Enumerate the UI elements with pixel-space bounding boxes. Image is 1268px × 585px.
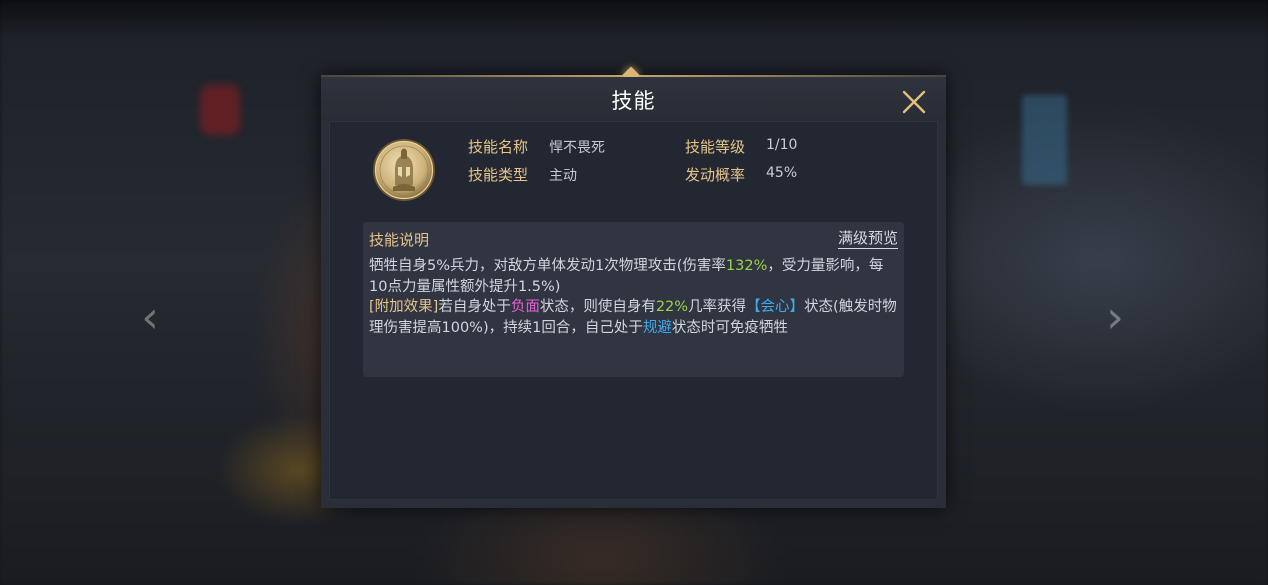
bonus-effect-tag: [附加效果] xyxy=(369,299,439,315)
skill-dialog: 技能 技能名称 悍不畏死 技能类型 主动 技能等级 1/10 发动概率 45% … xyxy=(321,66,946,508)
close-button[interactable] xyxy=(899,87,929,117)
description-title: 技能说明 xyxy=(369,231,430,249)
close-icon xyxy=(902,90,926,114)
background-side-tab xyxy=(1022,95,1067,185)
evade-state-keyword: 规避 xyxy=(642,319,672,336)
bonus-text-3: 几率获得 xyxy=(688,299,747,315)
top-bar-blurred xyxy=(0,0,1268,40)
bonus-text-1: 若自身处于 xyxy=(438,299,511,315)
skill-type-value: 主动 xyxy=(549,168,577,184)
spartan-helmet-icon xyxy=(373,139,435,201)
bonus-chance-value: 22% xyxy=(655,299,689,315)
dialog-title: 技能 xyxy=(611,89,656,113)
trigger-chance-value: 45% xyxy=(766,165,798,181)
bonus-text-2: 状态，则使自身有 xyxy=(539,299,656,315)
skill-type-label: 技能类型 xyxy=(468,166,529,184)
trigger-chance-label: 发动概率 xyxy=(685,166,746,184)
skill-level-value: 1/10 xyxy=(766,137,798,153)
skill-level-label: 技能等级 xyxy=(685,138,746,156)
description-text: 牺牲自身5%兵力，对敌方单体发动1次物理攻击(伤害率132%，受力量影响，每10… xyxy=(369,256,899,338)
prev-arrow-icon: ‹ xyxy=(141,292,159,343)
desc-main-text: 牺牲自身5%兵力，对敌方单体发动1次物理攻击(伤害率 xyxy=(369,258,726,274)
background-banner-shape xyxy=(200,85,240,135)
bonus-text-5: 状态时可免疫牺牲 xyxy=(671,319,788,336)
crit-state-keyword: 【会心】 xyxy=(746,299,805,315)
skill-description-box: 技能说明 满级预览 牺牲自身5%兵力，对敌方单体发动1次物理攻击(伤害率132%… xyxy=(363,222,904,377)
skill-name-value: 悍不畏死 xyxy=(549,140,605,156)
skill-icon xyxy=(371,137,437,203)
next-arrow-icon: › xyxy=(1106,292,1124,343)
negative-state-keyword: 负面 xyxy=(510,299,540,315)
damage-rate-value: 132% xyxy=(725,258,768,274)
skill-name-label: 技能名称 xyxy=(468,138,529,156)
max-level-preview-link[interactable]: 满级预览 xyxy=(837,229,898,249)
dialog-header: 技能 xyxy=(321,77,946,121)
